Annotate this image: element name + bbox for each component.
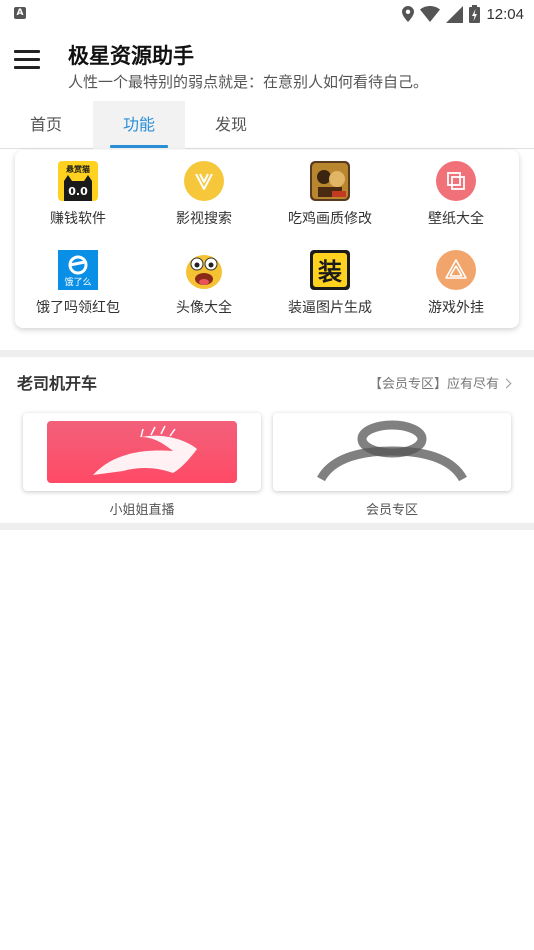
feature-label: 游戏外挂 [428,300,484,316]
wifi-icon [420,6,441,22]
chevron-right-icon [501,378,512,389]
eleme-icon-text: 饿了么 [64,276,91,288]
notification-icon: A [14,7,26,19]
feature-wallpapers[interactable]: 壁纸大全 [393,151,519,235]
user-silhouette [317,420,467,482]
feature-money-apps[interactable]: 悬赏猫 0.0 赚钱软件 [15,151,141,235]
app-title: 极星资源助手 [68,44,194,68]
clock: 12:04 [486,5,524,23]
tile-live-stream[interactable] [23,413,261,491]
emoji-face-icon [186,255,222,289]
feature-eleme-redpacket[interactable]: 饿了么 饿了吗领红包 [15,240,141,324]
battery-icon [469,5,481,23]
feature-label: 影视搜索 [176,211,232,227]
triangle-icon [436,250,476,290]
tile-member-zone[interactable] [273,413,511,491]
feature-label: 赚钱软件 [50,211,106,227]
cat-icon: 悬赏猫 0.0 [58,161,98,201]
section-divider [0,350,534,357]
pubg-icon [310,161,350,201]
zhuang-icon: 装 [310,250,350,290]
tab-features[interactable]: 功能 [93,101,185,149]
feature-grid: 悬赏猫 0.0 赚钱软件 影视搜索 吃鸡画质修改 壁纸大全 饿了么 饿了吗领红包… [15,150,519,328]
feature-fake-images[interactable]: 装 装逼图片生成 [267,240,393,324]
feature-label: 饿了吗领红包 [36,300,120,316]
tab-bar: 首页 功能 发现 [0,101,534,149]
hamburger-icon[interactable] [14,50,42,74]
app-header: 极星资源助手 人性一个最特别的弱点就是：在意别人如何看待自己。 [0,28,534,100]
feature-label: 壁纸大全 [428,211,484,227]
section-divider [0,523,534,530]
tab-home[interactable]: 首页 [0,101,92,149]
wallpaper-icon [436,161,476,201]
tile-label: 会员专区 [365,503,418,518]
feature-video-search[interactable]: 影视搜索 [141,151,267,235]
eleme-icon: 饿了么 [58,250,98,290]
v-logo-icon [184,161,224,201]
feature-label: 吃鸡画质修改 [288,211,372,227]
section-more-link[interactable]: 【会员专区】应有尽有 [368,373,512,392]
feature-label: 头像大全 [176,300,232,316]
zhuang-icon-text: 装 [318,258,342,286]
tab-discover[interactable]: 发现 [185,101,277,149]
system-icons: 12:04 [402,3,524,25]
section-more-label: 【会员专区】应有尽有 [368,377,499,392]
section-title: 老司机开车 [17,374,98,393]
feature-label: 装逼图片生成 [288,300,372,316]
location-icon [402,6,415,22]
status-bar: A 12:04 [0,0,534,28]
tile-label: 小姐姐直播 [109,503,175,518]
signal-icon [446,5,464,23]
cat-icon-top-text: 悬赏猫 [65,164,90,174]
app-subtitle: 人性一个最特别的弱点就是：在意别人如何看待自己。 [68,73,429,91]
feature-pubg-graphics[interactable]: 吃鸡画质修改 [267,151,393,235]
feature-avatars[interactable]: 头像大全 [141,240,267,324]
cat-icon-bottom-text: 0.0 [68,185,88,198]
girl-silhouette-banner [47,421,237,483]
feature-game-cheats[interactable]: 游戏外挂 [393,240,519,324]
